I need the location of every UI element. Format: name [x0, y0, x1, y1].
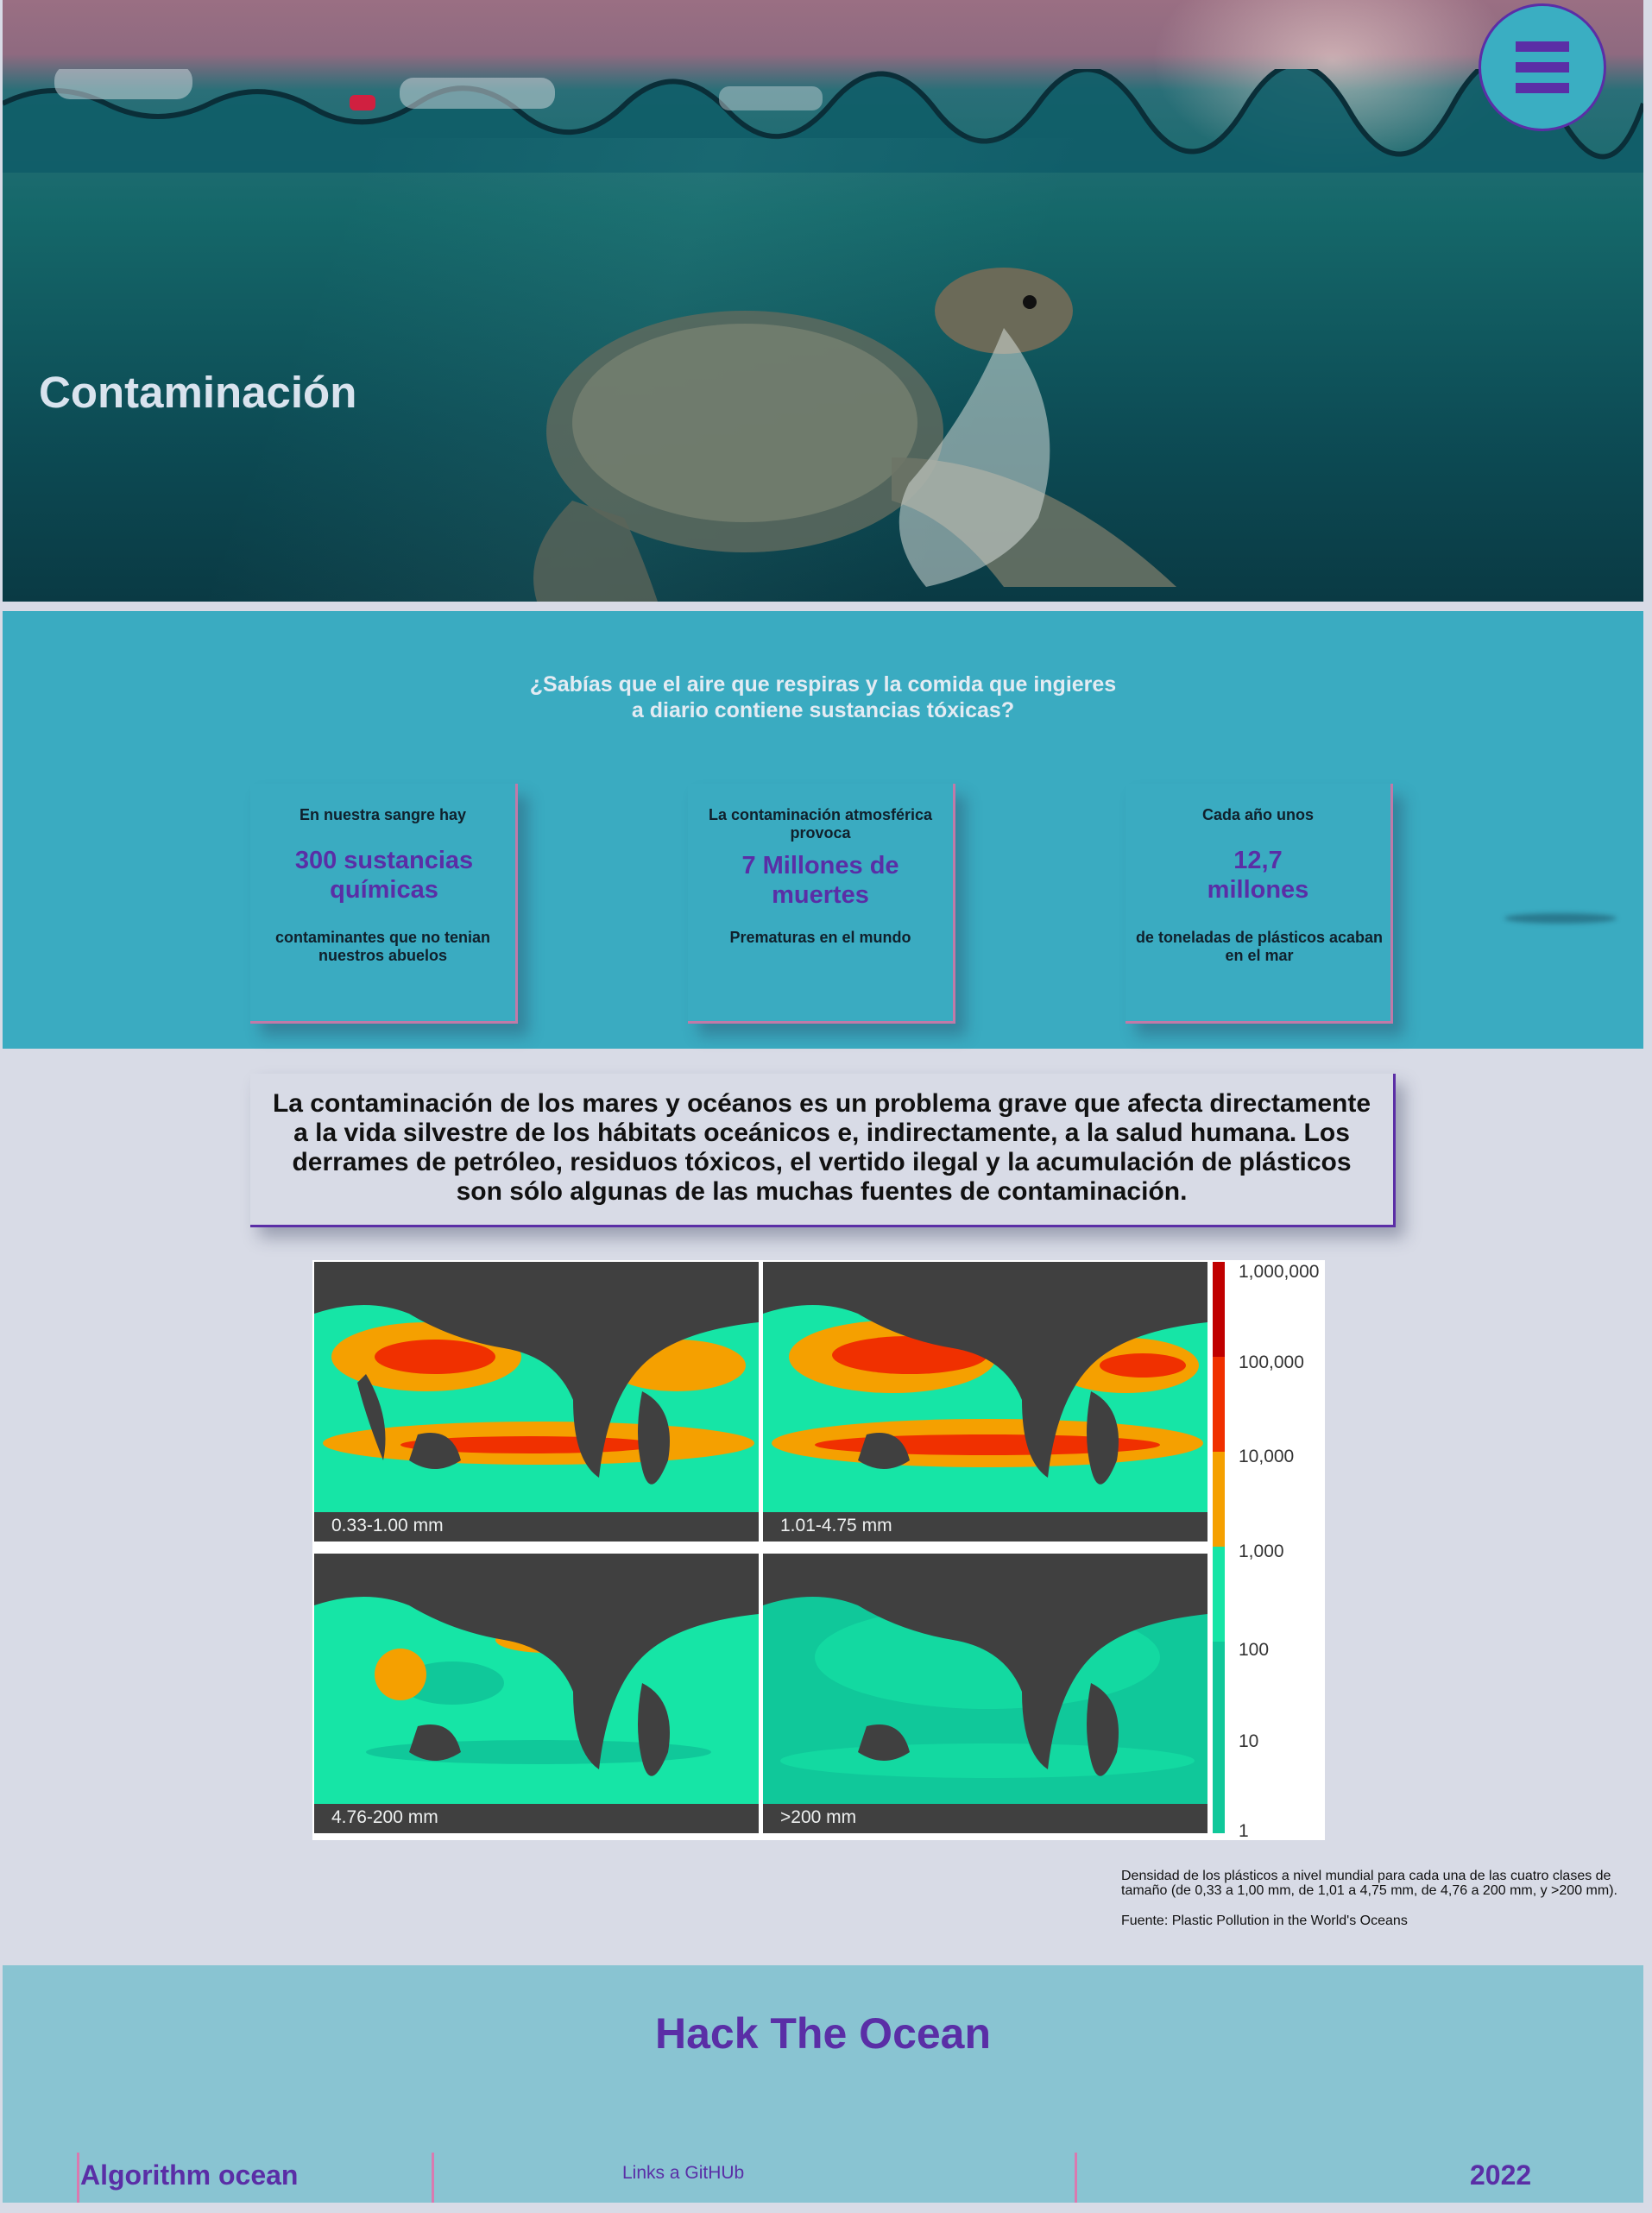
facts-question-text: ¿Sabías que el aire que respiras y la co… [529, 672, 1117, 722]
decorative-shadow [1504, 913, 1617, 924]
map-panel-4: >200 mm [763, 1554, 1207, 1833]
fact-card-pre: Cada año unos [1201, 806, 1314, 823]
fact-card-chemicals: En nuestra sangre hay 300 sustancias quí… [250, 784, 518, 1024]
footer: Hack The Ocean Algorithm ocean Links a G… [3, 1965, 1643, 2203]
turtle-illustration [533, 268, 1176, 602]
fact-card-pre: La contaminación atmosférica provoca [708, 806, 933, 842]
figure-caption: Densidad de los plásticos a nivel mundia… [1121, 1869, 1630, 1944]
hamburger-menu-icon [1516, 41, 1569, 93]
map-panel-label: >200 mm [780, 1807, 857, 1827]
density-color-scale [1213, 1262, 1225, 1833]
map-panel-3: 4.76-200 mm [314, 1554, 759, 1833]
map-panel-label: 0.33-1.00 mm [331, 1516, 444, 1535]
map-panel-2: 1.01-4.75 mm [763, 1262, 1207, 1542]
pollution-statement: La contaminación de los mares y océanos … [250, 1074, 1396, 1227]
hero-banner: Contaminación [3, 0, 1643, 602]
world-map-graphic [314, 1554, 759, 1833]
footer-year: 2022 [1470, 2159, 1532, 2191]
world-map-graphic [763, 1262, 1207, 1542]
footer-title: Hack The Ocean [654, 2009, 992, 2058]
hamburger-menu-button[interactable] [1479, 3, 1606, 131]
map-panel-1: 0.33-1.00 mm [314, 1262, 759, 1542]
fact-card-number: 300 sustancias químicas [294, 847, 474, 904]
plastic-density-figure: 0.33-1.00 mm 1.01-4.75 mm 4.76-200 mm >2… [312, 1260, 1325, 1841]
facts-question: ¿Sabías que el aire que respiras y la co… [3, 671, 1643, 723]
caption-source: Fuente: Plastic Pollution in the World's… [1121, 1914, 1408, 1928]
scale-tick: 1 [1239, 1821, 1249, 1841]
scale-tick: 10,000 [1239, 1447, 1295, 1466]
fact-card-plastics: Cada año unos 12,7 millones de toneladas… [1126, 784, 1393, 1024]
fact-card-post: de toneladas de plásticos acaban en el m… [1135, 929, 1384, 964]
world-map-graphic [314, 1262, 759, 1542]
scale-tick: 100 [1239, 1640, 1270, 1660]
map-panel-label: 4.76-200 mm [331, 1807, 438, 1827]
scale-tick: 100,000 [1239, 1352, 1304, 1372]
fact-card-number: 12,7 millones [1207, 847, 1309, 904]
fact-card-post: Prematuras en el mundo [729, 929, 911, 946]
footer-divider [432, 2153, 434, 2203]
caption-text: Densidad de los plásticos a nivel mundia… [1121, 1869, 1617, 1898]
scale-tick: 1,000,000 [1239, 1262, 1320, 1282]
footer-divider [1075, 2153, 1077, 2203]
fact-card-number: 7 Millones de muertes [741, 852, 899, 909]
map-panel-label: 1.01-4.75 mm [780, 1516, 892, 1535]
fact-card-deaths: La contaminación atmosférica provoca 7 M… [688, 784, 955, 1024]
facts-section: ¿Sabías que el aire que respiras y la co… [3, 611, 1643, 1049]
fact-card-pre: En nuestra sangre hay [299, 806, 467, 823]
footer-team-name: Algorithm ocean [80, 2159, 299, 2191]
scale-tick: 10 [1239, 1731, 1259, 1751]
world-map-graphic [763, 1554, 1207, 1833]
scale-tick: 1,000 [1239, 1542, 1284, 1561]
fact-card-post: contaminantes que no tenian nuestros abu… [274, 929, 491, 964]
page-title: Contaminación [39, 368, 357, 417]
github-links[interactable]: Links a GitHUb [622, 2153, 744, 2213]
footer-divider [77, 2153, 79, 2203]
